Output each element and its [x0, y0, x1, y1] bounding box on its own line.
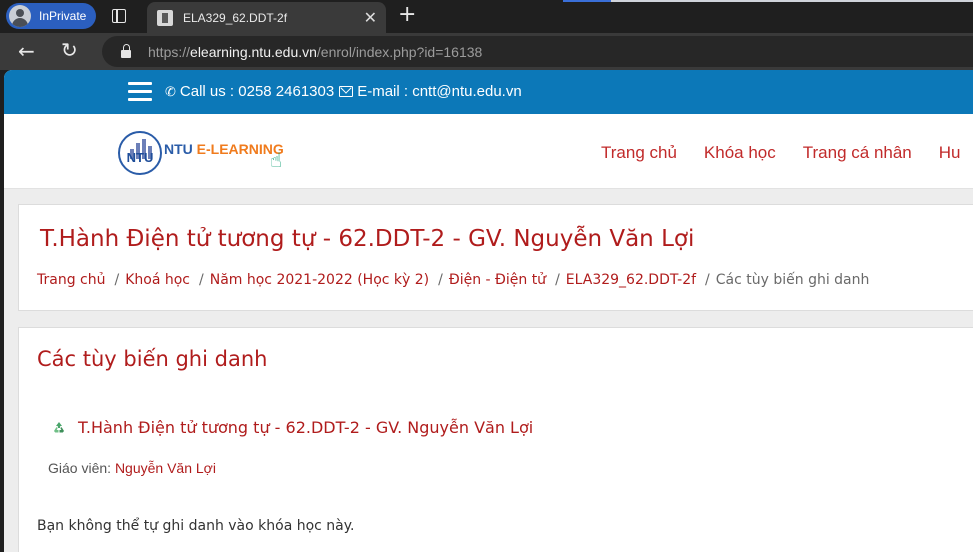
email-text[interactable]: E-mail : cntt@ntu.edu.vn: [357, 83, 521, 100]
phone-icon: ✆: [165, 83, 176, 99]
breadcrumb-item-courses[interactable]: Khoá học: [125, 272, 190, 288]
window-edge: [611, 0, 973, 2]
pointer-hand-icon: ☝: [270, 148, 283, 172]
url-path: /enrol/index.php?id=16138: [316, 43, 483, 60]
teacher-info: Giáo viên: Nguyễn Văn Lợi: [48, 460, 216, 476]
page-header-panel: T.Hành Điện tử tương tự - 62.DDT-2 - GV.…: [18, 204, 973, 311]
course-recycle-icon: [54, 421, 64, 432]
ntu-badge-icon: NTU: [118, 131, 162, 175]
nav-item-home[interactable]: Trang chủ: [601, 143, 677, 163]
inprivate-label: InPrivate: [39, 9, 87, 23]
breadcrumb-item-home[interactable]: Trang chủ: [37, 272, 105, 288]
page-viewport: ✆ Call us : 0258 2461303 E-mail : cntt@n…: [4, 70, 973, 552]
reload-icon[interactable]: ↻: [61, 40, 78, 60]
url-text[interactable]: https://elearning.ntu.edu.vn/enrol/index…: [148, 44, 482, 60]
menu-hamburger-icon[interactable]: [128, 82, 152, 102]
breadcrumb-item-year[interactable]: Năm học 2021-2022 (Học kỳ 2): [210, 272, 429, 288]
url-scheme: https://: [148, 43, 191, 60]
profile-avatar-icon: [9, 5, 31, 27]
window-accent: [563, 0, 611, 2]
envelope-icon: [339, 86, 354, 97]
nav-item-courses[interactable]: Khóa học: [704, 143, 776, 163]
teacher-label: Giáo viên:: [48, 460, 112, 476]
tab-actions-icon[interactable]: [110, 7, 128, 25]
lock-icon[interactable]: [121, 44, 131, 58]
course-entry: T.Hành Điện tử tương tự - 62.DDT-2 - GV.…: [52, 418, 533, 437]
breadcrumb-current: Các tùy biến ghi danh: [715, 272, 870, 288]
inprivate-button[interactable]: InPrivate: [6, 3, 96, 29]
tab-title: ELA329_62.DDT-2f: [183, 10, 288, 25]
logo-text: NTU E-LEARNING: [164, 141, 284, 157]
site-top-bar: ✆ Call us : 0258 2461303 E-mail : cntt@n…: [4, 70, 973, 114]
nav-item-profile[interactable]: Trang cá nhân: [803, 143, 912, 163]
site-logo[interactable]: NTU NTU E-LEARNING ☝: [118, 129, 308, 175]
nav-item-truncated[interactable]: Hu: [939, 143, 961, 163]
breadcrumb-item-category[interactable]: Điện - Điện tử: [449, 272, 546, 288]
breadcrumb-item-course[interactable]: ELA329_62.DDT-2f: [566, 272, 696, 288]
breadcrumb: Trang chủ / Khoá học / Năm học 2021-2022 (Họ…: [37, 272, 870, 288]
contact-info: ✆ Call us : 0258 2461303 E-mail : cntt@n…: [165, 83, 522, 100]
page-title: T.Hành Điện tử tương tự - 62.DDT-2 - GV.…: [40, 226, 695, 252]
enrol-options-panel: Các tùy biến ghi danh T.Hành Điện tử tươ…: [18, 327, 973, 552]
enrol-heading: Các tùy biến ghi danh: [37, 347, 268, 371]
back-arrow-icon[interactable]: ←: [18, 41, 35, 61]
browser-toolbar: ← ↻ https://elearning.ntu.edu.vn/enrol/i…: [0, 33, 973, 70]
main-nav: Trang chủ Khóa học Trang cá nhân Hu: [601, 143, 973, 163]
site-header: NTU NTU E-LEARNING ☝ Trang chủ Khóa học …: [4, 114, 973, 189]
tab-favicon-icon: [157, 9, 173, 26]
browser-tab[interactable]: ELA329_62.DDT-2f ✕: [147, 2, 386, 33]
teacher-link[interactable]: Nguyễn Văn Lợi: [115, 460, 216, 476]
phone-text: Call us : 0258 2461303: [179, 83, 335, 100]
url-host: elearning.ntu.edu.vn: [190, 43, 317, 60]
address-bar[interactable]: https://elearning.ntu.edu.vn/enrol/index…: [102, 36, 973, 67]
new-tab-icon[interactable]: +: [398, 4, 416, 26]
course-link[interactable]: T.Hành Điện tử tương tự - 62.DDT-2 - GV.…: [78, 418, 533, 437]
tab-close-icon[interactable]: ✕: [364, 8, 377, 27]
browser-tab-strip: InPrivate ELA329_62.DDT-2f ✕ +: [0, 0, 973, 33]
enrol-notice: Bạn không thể tự ghi danh vào khóa học n…: [37, 518, 355, 534]
